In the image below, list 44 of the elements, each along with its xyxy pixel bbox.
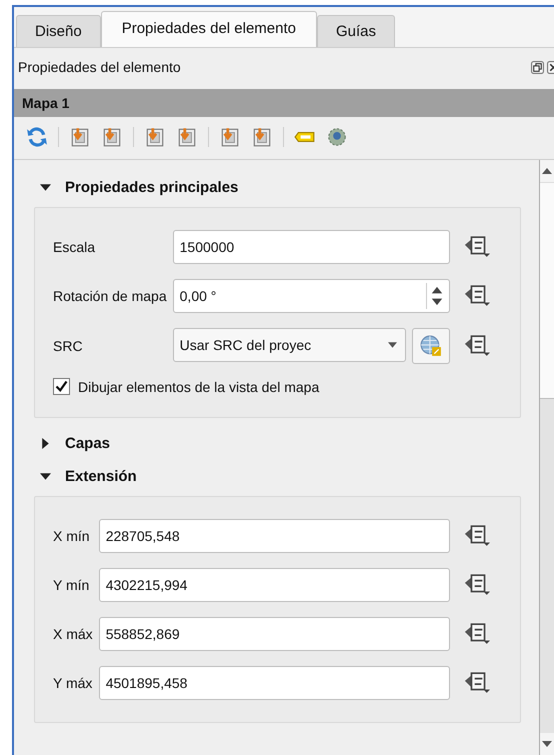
field-label: Y mín <box>53 577 90 593</box>
data-defined-icon[interactable] <box>464 284 492 308</box>
tab[interactable]: Propiedades del elemento <box>100 11 317 47</box>
input-field[interactable]: 4501895,458 <box>98 666 450 700</box>
input-field[interactable]: 558852,869 <box>98 617 450 651</box>
tab[interactable]: Guías <box>317 15 396 47</box>
checkbox[interactable] <box>53 378 70 395</box>
input-field[interactable]: 1500000 <box>172 230 450 264</box>
caret-icon <box>388 342 397 348</box>
checkbox-label: Dibujar elementos de la vista del mapa <box>78 378 320 394</box>
scrollbar[interactable] <box>539 160 554 755</box>
data-defined-icon[interactable] <box>464 334 492 358</box>
collapse-arrow-icon[interactable] <box>40 470 51 482</box>
dropdown[interactable]: Usar SRC del proyec <box>172 328 406 362</box>
scrollbar-thumb[interactable] <box>540 182 554 399</box>
gear-icon[interactable] <box>326 126 348 148</box>
input-field[interactable]: 4302215,994 <box>98 568 450 602</box>
field-label: Y máx <box>53 675 93 691</box>
data-defined-icon[interactable] <box>464 524 492 548</box>
panel-title: Propiedades del elemento <box>18 59 181 75</box>
input-field[interactable]: 228705,548 <box>98 519 450 553</box>
field-label: SRC <box>53 338 84 354</box>
refresh-icon[interactable] <box>26 126 48 148</box>
section-header[interactable]: Propiedades principales <box>34 174 521 200</box>
field-label: Escala <box>53 239 96 255</box>
item-header: Mapa 1 <box>14 89 554 117</box>
restore-icon[interactable] <box>531 60 544 74</box>
tab[interactable]: Diseño <box>16 15 101 47</box>
field-label: X mín <box>53 528 91 544</box>
scroll-down-icon[interactable] <box>542 741 552 747</box>
field-label: X máx <box>53 626 93 642</box>
crs-button[interactable] <box>412 328 450 364</box>
scroll-up-icon[interactable] <box>542 168 552 174</box>
collapse-arrow-icon[interactable] <box>40 182 51 192</box>
data-defined-icon[interactable] <box>464 622 492 646</box>
data-defined-icon[interactable] <box>464 573 492 597</box>
data-defined-icon[interactable] <box>464 235 492 259</box>
data-defined-icon[interactable] <box>464 671 492 695</box>
field-label: Rotación de mapa <box>53 288 167 304</box>
section-header[interactable]: Extensión <box>34 463 521 489</box>
globe-icon <box>420 335 442 357</box>
spin-box[interactable]: 0,00 ° <box>172 279 450 313</box>
expand-arrow-icon[interactable] <box>40 438 51 448</box>
section-header[interactable]: Capas <box>34 430 521 456</box>
